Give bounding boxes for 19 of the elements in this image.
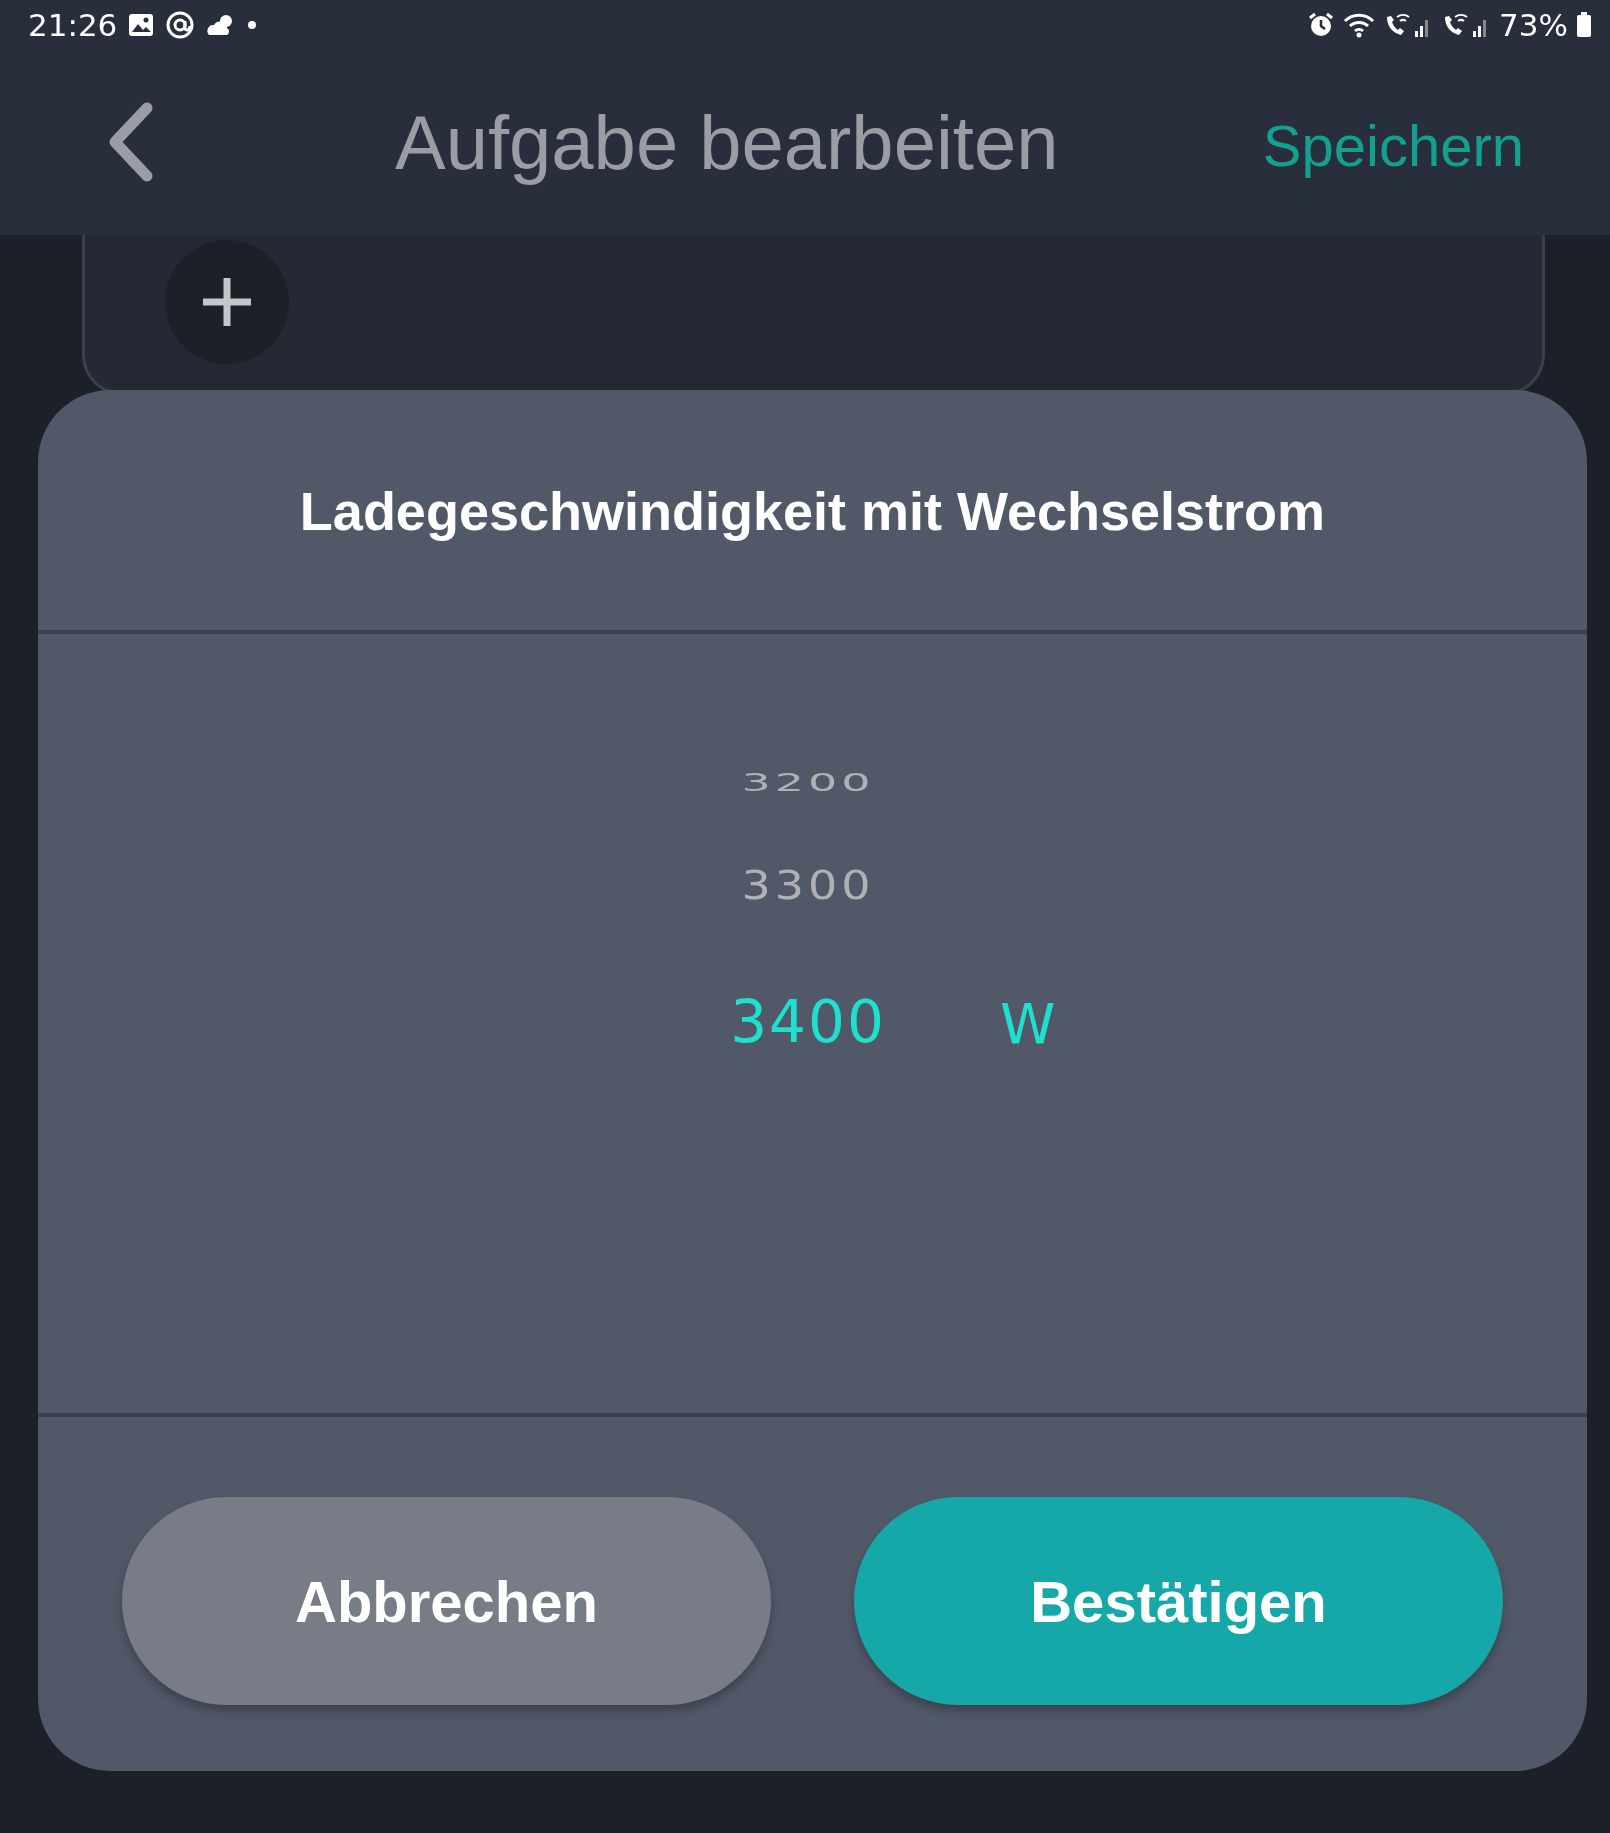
save-button[interactable]: Speichern (1262, 112, 1524, 179)
page-title: Aufgabe bearbeiten (395, 99, 1059, 186)
plus-icon (201, 276, 253, 328)
confirm-button[interactable]: Bestätigen (854, 1497, 1503, 1705)
wifi-icon (1343, 11, 1376, 39)
picker-value[interactable]: 3300 (741, 862, 875, 914)
clock-time: 21:26 (28, 7, 118, 43)
dialog-title: Ladegeschwindigkeit mit Wechselstrom (38, 390, 1587, 634)
image-icon (127, 11, 156, 39)
number-picker[interactable]: 3200 3300 3400 W (38, 634, 1587, 1417)
cancel-button[interactable]: Abbrechen (122, 1497, 771, 1705)
picker-value[interactable]: 3200 (741, 767, 875, 797)
battery-percent: 73% (1499, 7, 1568, 43)
dot-icon (247, 20, 258, 30)
at-sign-icon (165, 10, 196, 40)
alarm-icon (1307, 11, 1336, 39)
unit-label: W (1000, 991, 1056, 1056)
picker-value[interactable]: 3400 (730, 988, 886, 1056)
battery-icon (1576, 12, 1592, 38)
